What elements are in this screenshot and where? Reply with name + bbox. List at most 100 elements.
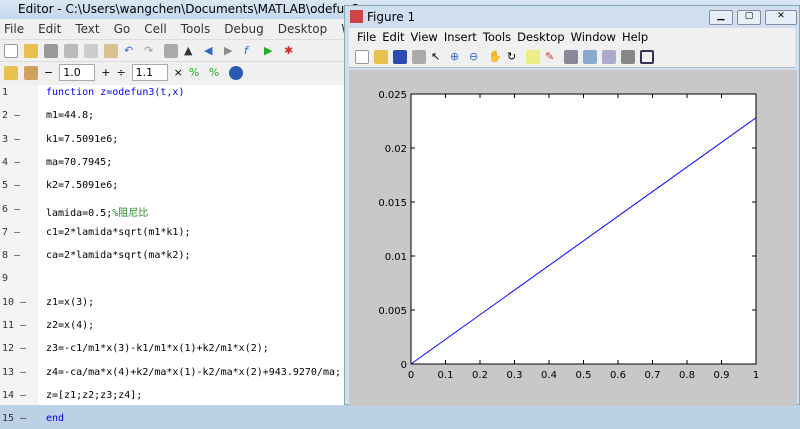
- close-button[interactable]: ✕: [765, 10, 797, 25]
- multiply-value-field[interactable]: 1.1: [131, 64, 168, 81]
- cut-icon[interactable]: [64, 43, 78, 58]
- editor-menu-go[interactable]: Go: [114, 22, 131, 36]
- code-text: function z=odefun3(t,x): [46, 87, 185, 98]
- brush-icon[interactable]: ✎: [545, 50, 559, 64]
- figure-window: Figure 1 ▁ ▢ ✕ File Edit View Insert Tools De…: [344, 5, 800, 406]
- code-line[interactable]: 4 — ma=70.7945;: [0, 157, 345, 173]
- code-line[interactable]: 13 — z4=-ca/ma*x(4)+k2/ma*x(1)-k2/ma*x(2)…: [0, 367, 345, 383]
- hide-plot-tools-icon[interactable]: [621, 49, 635, 64]
- editor-menu-cell[interactable]: Cell: [144, 22, 166, 36]
- figure-canvas: 0 0.1 0.2 0.3 0.4 0.5 0.6 0.7 0.8 0.9 1 0 0.005 0.01 0…: [349, 70, 797, 406]
- uncomment-icon[interactable]: %: [209, 66, 223, 80]
- figure-menu-view[interactable]: View: [411, 30, 438, 44]
- line-number: 5 —: [2, 180, 21, 192]
- code-line[interactable]: 6 — lamida=0.5;%阻尼比: [0, 204, 345, 220]
- line-plot[interactable]: 0 0.1 0.2 0.3 0.4 0.5 0.6 0.7 0.8 0.9 1 0 0.005 0.01 0…: [349, 70, 797, 406]
- code-line[interactable]: 8 — ca=2*lamida*sqrt(ma*k2);: [0, 250, 345, 266]
- increment-button[interactable]: +: [101, 66, 110, 79]
- save-icon[interactable]: [44, 43, 58, 58]
- redo-icon[interactable]: ↷: [144, 44, 158, 58]
- new-file-icon[interactable]: [4, 43, 18, 58]
- line-number: 14 —: [2, 389, 27, 401]
- code-line[interactable]: 2 — m1=44.8;: [0, 110, 345, 126]
- code-line[interactable]: 1 function z=odefun3(t,x): [0, 87, 345, 103]
- copy-icon[interactable]: [84, 43, 98, 58]
- y-tick-label: 0.025: [378, 90, 407, 101]
- code-text: lamida=0.5;%阻尼比: [46, 207, 149, 219]
- breakpoint-icon[interactable]: ✱: [284, 44, 298, 58]
- colorbar-icon[interactable]: [583, 49, 597, 64]
- show-plot-tools-icon[interactable]: [640, 49, 654, 64]
- zoom-out-icon[interactable]: ⊖: [469, 50, 483, 64]
- zoom-in-icon[interactable]: ⊕: [450, 50, 464, 64]
- x-tick-label: 0.2: [472, 370, 488, 381]
- new-figure-icon[interactable]: [355, 49, 369, 64]
- editor-menu-file[interactable]: File: [4, 22, 24, 36]
- code-line[interactable]: 15 — end: [0, 413, 345, 429]
- figure-menu-bar: File Edit View Insert Tools Desktop Window Help: [349, 28, 795, 46]
- code-line[interactable]: 9: [0, 273, 345, 289]
- code-line[interactable]: 14 — z=[z1;z2;z3;z4];: [0, 390, 345, 406]
- insert-cell-icon[interactable]: [4, 65, 18, 80]
- y-tick-label: 0.015: [378, 198, 407, 209]
- save-figure-icon[interactable]: [393, 49, 407, 64]
- line-number: 12 —: [2, 343, 27, 355]
- editor-menu-desktop[interactable]: Desktop: [278, 22, 328, 36]
- multiply-button[interactable]: ×: [174, 66, 183, 79]
- code-text: z2=x(4);: [46, 320, 95, 331]
- line-number: 2 —: [2, 110, 21, 122]
- code-editor[interactable]: 1 function z=odefun3(t,x) 2 — m1=44.8; 3 — k…: [0, 85, 345, 424]
- cell-eval-icon[interactable]: [24, 65, 38, 80]
- figure-menu-edit[interactable]: Edit: [382, 30, 404, 44]
- legend-icon[interactable]: [602, 49, 616, 64]
- forward-icon[interactable]: ▶: [224, 44, 238, 58]
- data-cursor-icon[interactable]: [526, 49, 540, 64]
- x-tick-label: 0.8: [679, 370, 695, 381]
- decrement-button[interactable]: −: [44, 66, 53, 79]
- figure-menu-desktop[interactable]: Desktop: [517, 30, 564, 44]
- open-file-icon[interactable]: [374, 49, 388, 64]
- pointer-icon[interactable]: ↖: [431, 50, 445, 64]
- line-number: 7 —: [2, 226, 21, 238]
- maximize-button[interactable]: ▢: [737, 10, 761, 25]
- undo-icon[interactable]: ↶: [124, 44, 138, 58]
- figure-menu-window[interactable]: Window: [571, 30, 616, 44]
- minimize-button[interactable]: ▁: [709, 10, 733, 25]
- code-line[interactable]: 12 — z3=-c1/m1*x(3)-k1/m1*x(1)+k2/m1*x(2)…: [0, 343, 345, 359]
- print-figure-icon[interactable]: [412, 49, 426, 64]
- figure-menu-tools[interactable]: Tools: [483, 30, 511, 44]
- x-tick-label: 1: [753, 370, 759, 381]
- figure-menu-help[interactable]: Help: [622, 30, 648, 44]
- figure-menu-insert[interactable]: Insert: [444, 30, 477, 44]
- code-line[interactable]: 3 — k1=7.5091e6;: [0, 134, 345, 150]
- code-line[interactable]: 7 — c1=2*lamida*sqrt(m1*k1);: [0, 227, 345, 243]
- editor-menu-debug[interactable]: Debug: [224, 22, 263, 36]
- code-line[interactable]: 5 — k2=7.5091e6;: [0, 180, 345, 196]
- editor-menu-tools[interactable]: Tools: [181, 22, 211, 36]
- code-line[interactable]: 10 — z1=x(3);: [0, 297, 345, 313]
- editor-menu-text[interactable]: Text: [75, 22, 99, 36]
- code-comment: %阻尼比: [112, 207, 149, 219]
- increment-value-field[interactable]: 1.0: [59, 64, 96, 81]
- pan-icon[interactable]: ✋: [488, 50, 502, 64]
- code-text: z1=x(3);: [46, 296, 95, 308]
- comment-icon[interactable]: %: [189, 66, 203, 80]
- print-icon[interactable]: [164, 43, 178, 58]
- find-icon[interactable]: ▲: [184, 44, 198, 58]
- info-icon[interactable]: [228, 65, 243, 80]
- run-icon[interactable]: ▶: [264, 44, 278, 58]
- back-icon[interactable]: ◀: [204, 44, 218, 58]
- x-tick-label: 0.4: [541, 370, 557, 381]
- matlab-logo-icon: [350, 10, 363, 23]
- y-tick-label: 0.02: [385, 144, 407, 155]
- code-line[interactable]: 11 — z2=x(4);: [0, 320, 345, 336]
- function-icon[interactable]: f: [244, 44, 258, 58]
- editor-menu-edit[interactable]: Edit: [38, 22, 61, 36]
- figure-menu-file[interactable]: File: [357, 30, 376, 44]
- rotate-icon[interactable]: ↻: [507, 50, 521, 64]
- divide-button[interactable]: ÷: [116, 66, 125, 79]
- open-folder-icon[interactable]: [24, 43, 38, 58]
- link-plot-icon[interactable]: [564, 49, 578, 64]
- code-text: m1=44.8;: [46, 110, 95, 122]
- paste-icon[interactable]: [104, 43, 118, 58]
